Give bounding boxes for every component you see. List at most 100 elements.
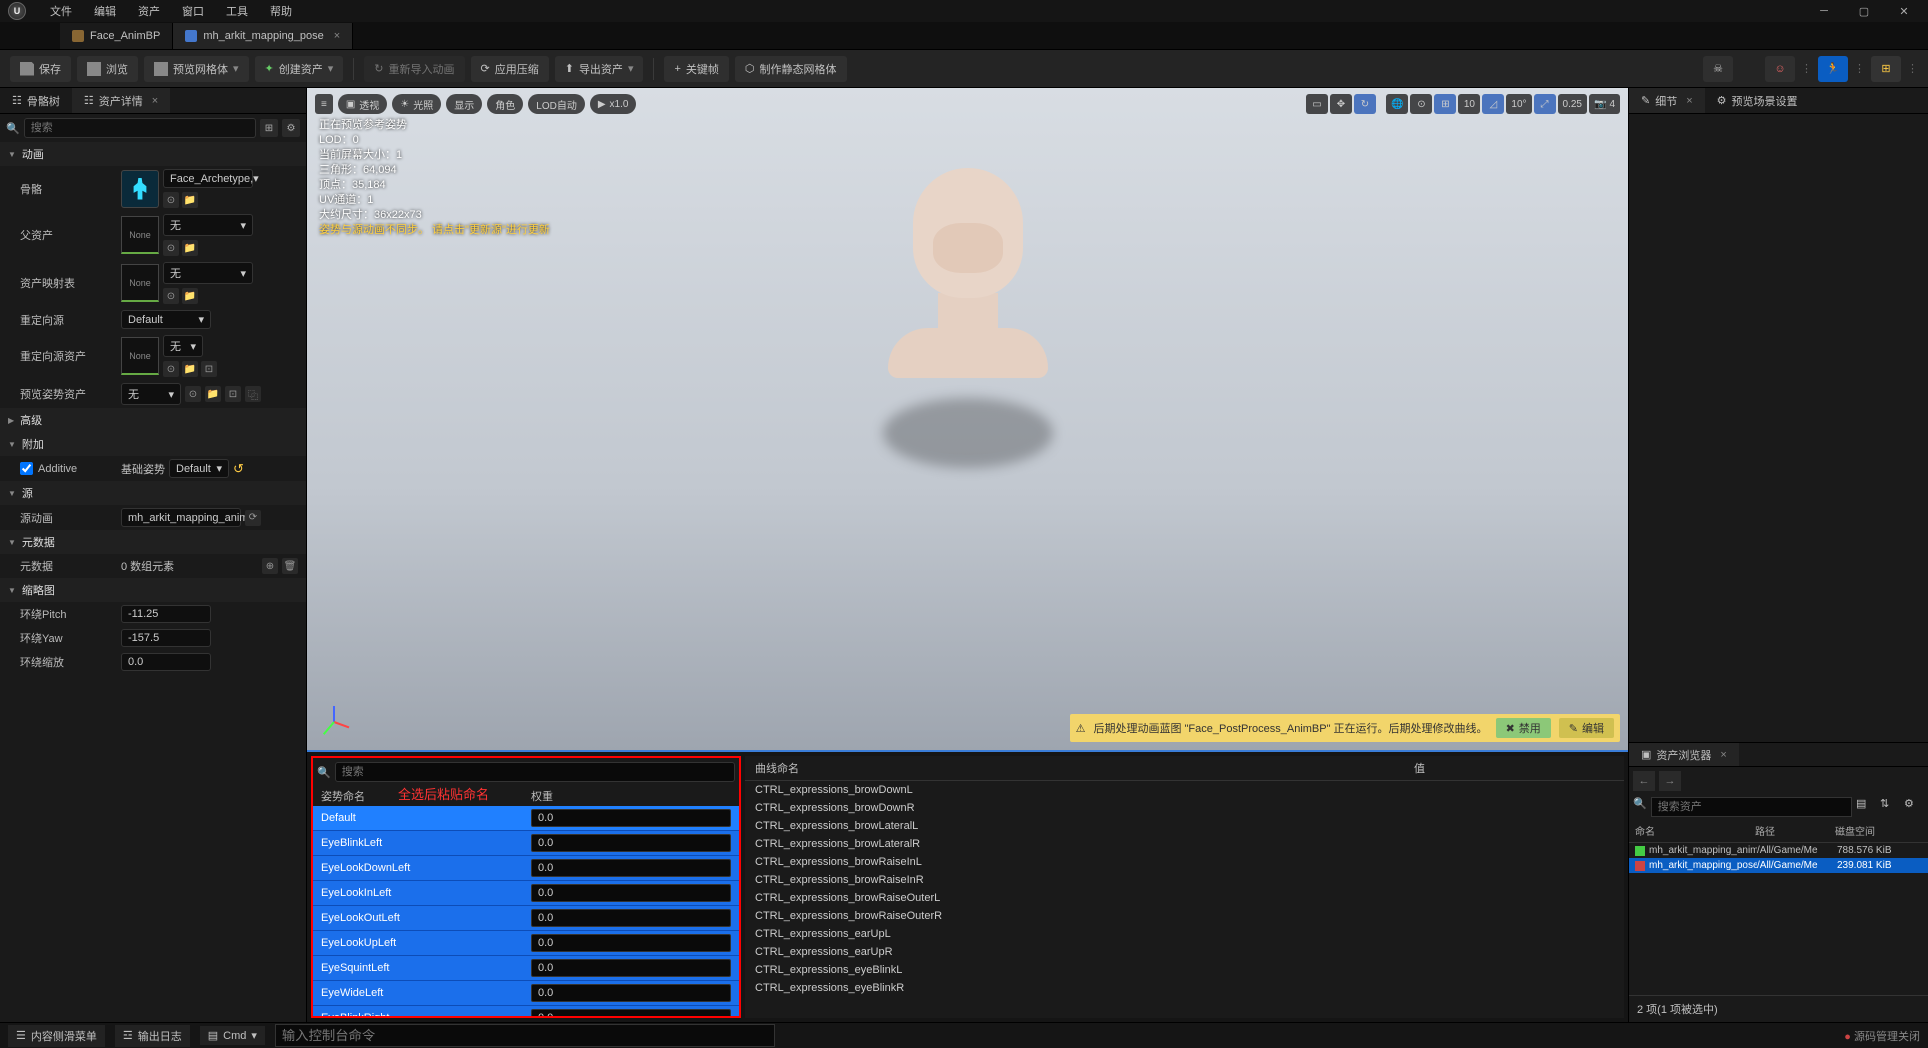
pose-row[interactable]: EyeLookOutLeft0.0 (313, 906, 739, 931)
pose-row[interactable]: EyeSquintLeft0.0 (313, 956, 739, 981)
make-static-button[interactable]: ⬡制作静态网格体 (735, 56, 847, 82)
curve-row[interactable]: CTRL_expressions_browRaiseOuterL (745, 889, 1624, 907)
lit-button[interactable]: ☀光照 (392, 94, 441, 114)
perspective-button[interactable]: ▣透视 (338, 94, 387, 114)
settings-icon[interactable]: ⚙ (282, 119, 300, 137)
curve-row[interactable]: CTRL_expressions_browLateralL (745, 817, 1624, 835)
cmd-dropdown[interactable]: ▤Cmd▾ (200, 1026, 265, 1045)
angle-snap[interactable]: ◿ (1482, 94, 1504, 114)
close-icon[interactable]: × (334, 30, 340, 42)
mode-anim[interactable]: 🏃 (1818, 56, 1848, 82)
scale-snap-val[interactable]: 0.25 (1558, 94, 1587, 114)
close-icon[interactable]: × (1720, 749, 1726, 761)
menu-tools[interactable]: 工具 (216, 1, 258, 21)
scale-snap[interactable]: ⤢ (1534, 94, 1556, 114)
viewport[interactable]: ≡ ▣透视 ☀光照 显示 角色 LOD自动 ▶x1.0 ▭ ✥ ↻ 🌐 ⊙ ⊞ … (307, 88, 1628, 752)
pose-weight[interactable]: 0.0 (531, 984, 731, 1002)
pose-weight[interactable]: 0.0 (531, 884, 731, 902)
refresh-icon[interactable]: ⟳ (245, 510, 261, 526)
save-button[interactable]: 保存 (10, 56, 71, 82)
pose-row[interactable]: EyeLookUpLeft0.0 (313, 931, 739, 956)
curve-row[interactable]: CTRL_expressions_earUpR (745, 943, 1624, 961)
reimport-button[interactable]: ↻重新导入动画 (364, 56, 464, 82)
section-thumb[interactable]: ▼缩略图 (0, 578, 306, 602)
nav-fwd[interactable]: → (1659, 771, 1681, 791)
pose-weight[interactable]: 0.0 (531, 909, 731, 927)
curve-row[interactable]: CTRL_expressions_browDownL (745, 781, 1624, 799)
poses-search[interactable] (335, 762, 735, 782)
zoom-input[interactable] (121, 653, 211, 671)
filter-icon[interactable]: ▤ (1856, 797, 1876, 817)
pose-weight[interactable]: 0.0 (531, 859, 731, 877)
pose-row[interactable]: Default0.0 (313, 806, 739, 831)
output-log[interactable]: ☲输出日志 (115, 1025, 190, 1047)
tab-face-animbp[interactable]: Face_AnimBP (60, 23, 173, 49)
skeleton-thumb[interactable] (121, 170, 159, 208)
preview-pose-dropdown[interactable]: 无▾ (121, 383, 181, 405)
menu-edit[interactable]: 编辑 (84, 1, 126, 21)
console-input[interactable] (275, 1024, 775, 1047)
tab-mapping-pose[interactable]: mh_arkit_mapping_pose × (173, 23, 353, 49)
select-mode[interactable]: ▭ (1306, 94, 1328, 114)
browse-icon[interactable]: 📁 (182, 192, 198, 208)
grid-snap[interactable]: ⊞ (1434, 94, 1456, 114)
parent-thumb[interactable]: None (121, 216, 159, 254)
skeleton-dropdown[interactable]: Face_Archetype,▾ (163, 169, 253, 188)
section-meta[interactable]: ▼元数据 (0, 530, 306, 554)
pose-row[interactable]: EyeWideLeft0.0 (313, 981, 739, 1006)
col-path[interactable]: 路径 (1755, 823, 1835, 838)
details-search[interactable] (24, 118, 256, 138)
pose-weight[interactable]: 0.0 (531, 834, 731, 852)
menu-file[interactable]: 文件 (40, 1, 82, 21)
window-min[interactable]: ─ (1808, 5, 1840, 18)
tab-asset-details[interactable]: ☷资产详情× (72, 88, 170, 113)
filter2-icon[interactable]: ⇅ (1880, 797, 1900, 817)
col-name[interactable]: 命名 (1635, 823, 1755, 838)
export-asset-button[interactable]: ⬆导出资产▾ (555, 56, 644, 82)
additive-checkbox[interactable] (20, 462, 33, 475)
grid-snap-val[interactable]: 10 (1458, 94, 1480, 114)
curve-row[interactable]: CTRL_expressions_browRaiseInL (745, 853, 1624, 871)
view-grid-icon[interactable]: ⊞ (260, 119, 278, 137)
retarget-asset-dropdown[interactable]: 无▾ (163, 335, 203, 357)
section-anim[interactable]: ▼动画 (0, 142, 306, 166)
lod-button[interactable]: LOD自动 (528, 94, 585, 114)
keyframe-button[interactable]: +关键帧 (664, 56, 728, 82)
assetmap-thumb[interactable]: None (121, 264, 159, 302)
use-icon[interactable]: ⊙ (163, 240, 179, 256)
settings-icon[interactable]: ⚙ (1904, 797, 1924, 817)
reset-icon[interactable]: ↺ (233, 461, 244, 477)
surface-snap[interactable]: ⊙ (1410, 94, 1432, 114)
move-mode[interactable]: ✥ (1330, 94, 1352, 114)
trash-icon[interactable]: 🗑 (282, 558, 298, 574)
world-space[interactable]: 🌐 (1386, 94, 1408, 114)
menu-asset[interactable]: 资产 (128, 1, 170, 21)
apply-compression-button[interactable]: ⟳应用压缩 (471, 56, 549, 82)
menu-help[interactable]: 帮助 (260, 1, 302, 21)
preview-mesh-button[interactable]: 预览网格体▾ (144, 56, 249, 82)
pose-weight[interactable]: 0.0 (531, 959, 731, 977)
camera-speed[interactable]: 📷4 (1589, 94, 1620, 114)
mode-physics[interactable]: ⊞ (1871, 56, 1901, 82)
pose-weight[interactable]: 0.0 (531, 809, 731, 827)
yaw-input[interactable] (121, 629, 211, 647)
close-icon[interactable]: × (152, 95, 158, 107)
parent-dropdown[interactable]: 无▾ (163, 214, 253, 236)
asset-search[interactable] (1651, 797, 1852, 817)
create-asset-button[interactable]: ✦创建资产▾ (255, 56, 344, 82)
curve-row[interactable]: CTRL_expressions_earUpL (745, 925, 1624, 943)
nav-back[interactable]: ← (1633, 771, 1655, 791)
pose-weight[interactable]: 0.0 (531, 1009, 731, 1016)
mode-skeleton[interactable]: ☠ (1703, 56, 1733, 82)
tab-preview-scene[interactable]: ⚙预览场景设置 (1705, 88, 1810, 113)
show-button[interactable]: 显示 (446, 94, 482, 114)
pose-row[interactable]: EyeLookInLeft0.0 (313, 881, 739, 906)
section-additive[interactable]: ▼附加 (0, 432, 306, 456)
tab-details-right[interactable]: ✎细节× (1629, 88, 1705, 113)
retarget-asset-thumb[interactable]: None (121, 337, 159, 375)
col-size[interactable]: 磁盘空间 (1835, 823, 1922, 838)
tab-asset-browser[interactable]: ▣资产浏览器× (1629, 743, 1739, 766)
retarget-dropdown[interactable]: Default▾ (121, 310, 211, 329)
add-icon[interactable]: ⊕ (262, 558, 278, 574)
browse-icon[interactable]: 📁 (182, 240, 198, 256)
